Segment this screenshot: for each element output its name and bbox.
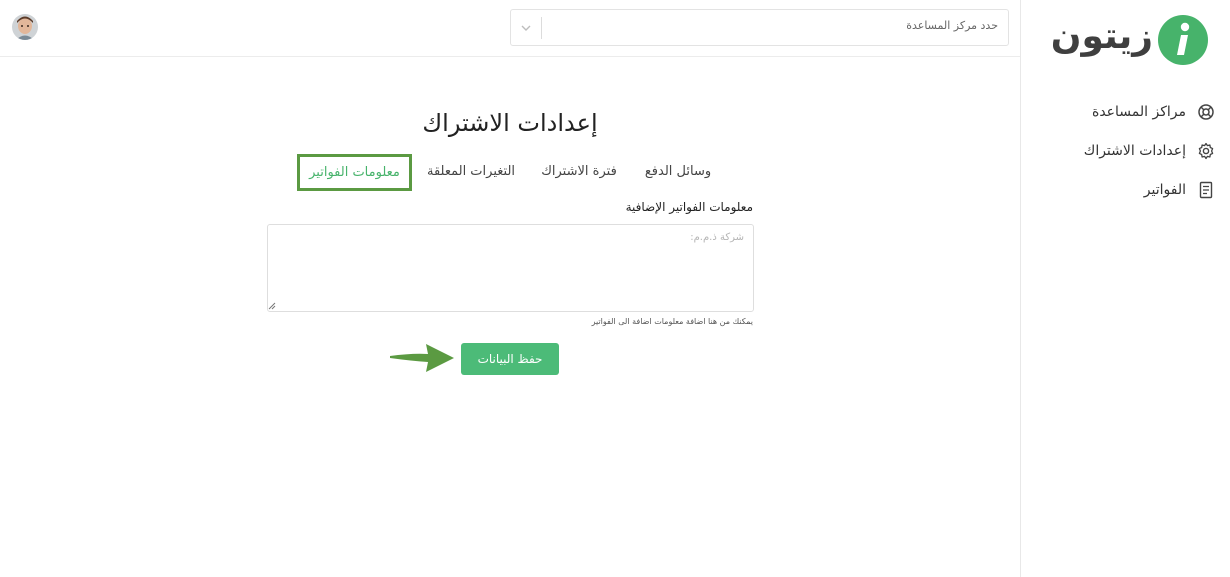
help-center-select[interactable]: حدد مركز المساعدة bbox=[510, 9, 1009, 46]
gear-icon bbox=[1198, 142, 1214, 160]
select-divider bbox=[541, 17, 542, 39]
top-header: حدد مركز المساعدة bbox=[0, 0, 1020, 57]
tab-subscription-period[interactable]: فترة الاشتراك bbox=[538, 154, 620, 191]
lifebuoy-icon bbox=[1198, 104, 1214, 120]
sidebar-item-label: إعدادات الاشتراك bbox=[1083, 143, 1186, 159]
brand-logo-mark-icon bbox=[1158, 15, 1208, 65]
tab-pending-changes[interactable]: التغيرات المعلقة bbox=[423, 154, 519, 191]
billing-info-textarea[interactable] bbox=[267, 224, 754, 312]
sidebar-item-invoices[interactable]: الفواتير bbox=[1021, 174, 1230, 213]
settings-tabs: وسائل الدفع فترة الاشتراك التغيرات المعل… bbox=[290, 154, 730, 192]
invoice-icon bbox=[1199, 181, 1213, 199]
resize-handle-icon[interactable] bbox=[268, 302, 276, 310]
sidebar-item-subscription-settings[interactable]: إعدادات الاشتراك bbox=[1021, 135, 1230, 174]
avatar-image bbox=[12, 14, 38, 40]
billing-info-help-text: يمكنك من هنا اضافة معلومات اضافة الى الف… bbox=[591, 317, 753, 326]
brand-logo[interactable]: زيتون bbox=[1047, 12, 1209, 68]
save-button[interactable]: حفظ البيانات bbox=[461, 343, 559, 375]
help-center-select-value: حدد مركز المساعدة bbox=[906, 19, 998, 32]
annotation-arrow-icon bbox=[390, 344, 454, 372]
tab-payment-methods[interactable]: وسائل الدفع bbox=[640, 154, 716, 191]
sidebar-item-help-centers[interactable]: مراكز المساعدة bbox=[1021, 96, 1230, 135]
page-title: إعدادات الاشتراك bbox=[422, 109, 598, 137]
sidebar-item-label: الفواتير bbox=[1143, 182, 1186, 198]
billing-info-label: معلومات الفواتير الإضافية bbox=[625, 200, 753, 214]
sidebar-nav: مراكز المساعدة إعدادات الاشتراك الفواتير bbox=[1021, 96, 1230, 213]
chevron-down-icon[interactable] bbox=[520, 23, 532, 33]
user-avatar[interactable] bbox=[12, 14, 38, 40]
brand-logo-text: زيتون bbox=[1050, 16, 1153, 57]
tab-billing-info[interactable]: معلومات الفواتير bbox=[297, 154, 412, 191]
sidebar-item-label: مراكز المساعدة bbox=[1092, 104, 1186, 120]
sidebar: زيتون مراكز المساعدة إعدادات الاشتراك ال… bbox=[1020, 0, 1230, 577]
